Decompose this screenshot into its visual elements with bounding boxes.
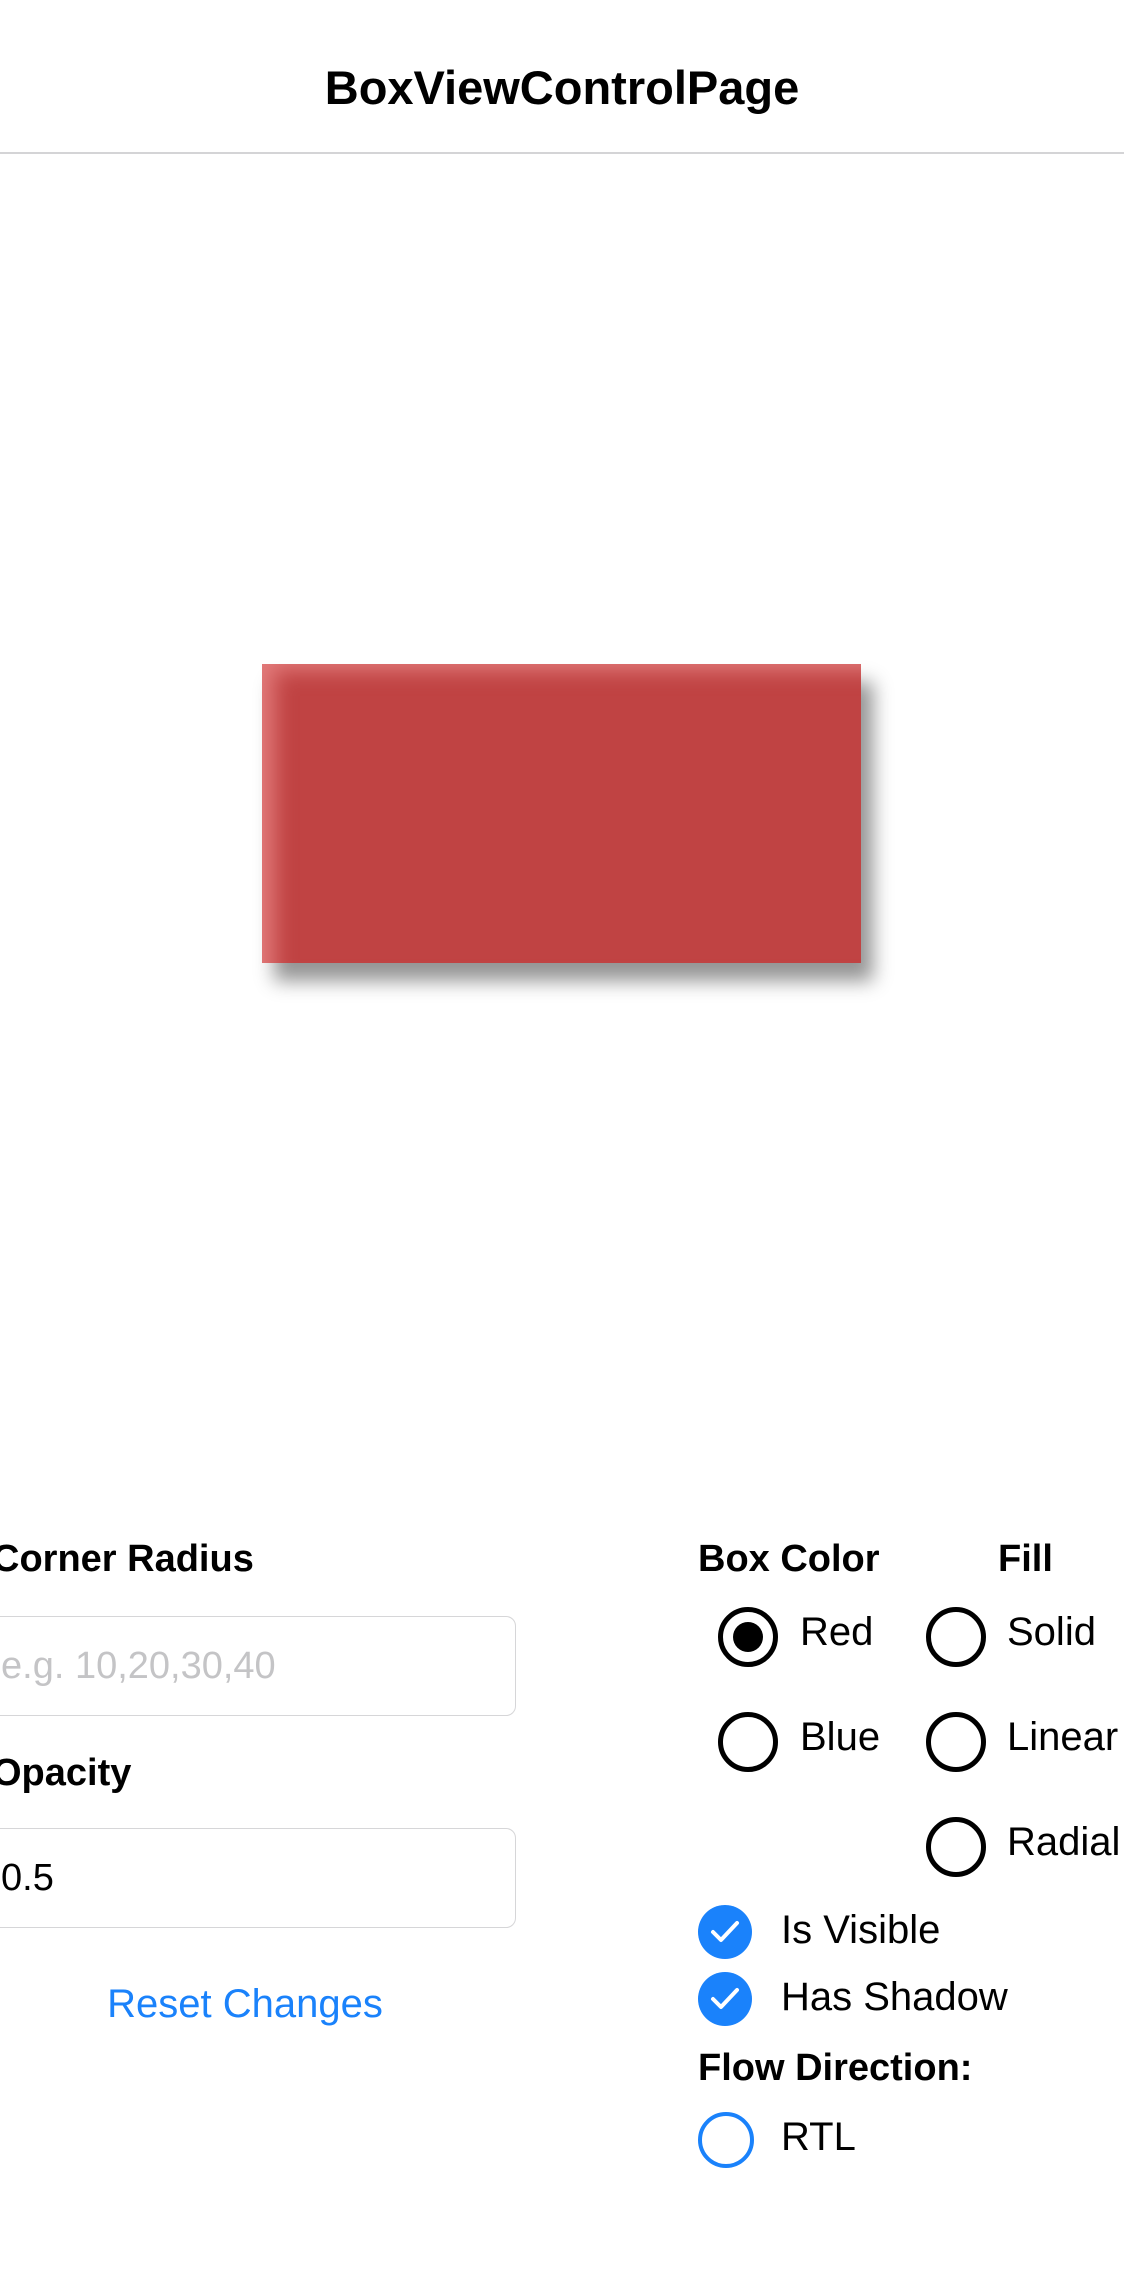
has-shadow-label: Has Shadow	[781, 1975, 1008, 2019]
opacity-label: Opacity	[0, 1752, 132, 1794]
checkmark-icon	[711, 1921, 739, 1942]
nav-divider	[0, 152, 1124, 154]
preview-box-highlight	[262, 664, 861, 963]
reset-changes-button[interactable]: Reset Changes	[60, 1976, 430, 2032]
is-visible-label: Is Visible	[781, 1908, 941, 1952]
opacity-input[interactable]	[0, 1828, 516, 1928]
radio-solid[interactable]	[926, 1607, 986, 1667]
checkmark-icon	[711, 1988, 739, 2009]
radio-blue-label: Blue	[800, 1715, 881, 1759]
corner-radius-label: Corner Radius	[0, 1538, 254, 1580]
radio-rtl[interactable]	[698, 2112, 754, 2168]
is-visible-checkbox[interactable]	[698, 1905, 752, 1959]
radio-red[interactable]	[718, 1607, 778, 1667]
has-shadow-checkbox[interactable]	[698, 1972, 752, 2026]
radio-blue[interactable]	[718, 1712, 778, 1772]
radio-solid-label: Solid	[1007, 1610, 1096, 1654]
flow-direction-label: Flow Direction:	[698, 2047, 973, 2089]
radio-linear[interactable]	[926, 1712, 986, 1772]
radio-radial[interactable]	[926, 1817, 986, 1877]
corner-radius-input[interactable]	[0, 1616, 516, 1716]
box-color-label: Box Color	[698, 1538, 880, 1580]
radio-rtl-label: RTL	[781, 2115, 856, 2159]
radio-radial-label: Radial	[1007, 1820, 1121, 1864]
preview-box	[262, 664, 861, 963]
fill-label: Fill	[998, 1538, 1053, 1580]
page-title: BoxViewControlPage	[324, 61, 800, 114]
radio-red-label: Red	[800, 1610, 874, 1654]
radio-linear-label: Linear	[1007, 1715, 1119, 1759]
